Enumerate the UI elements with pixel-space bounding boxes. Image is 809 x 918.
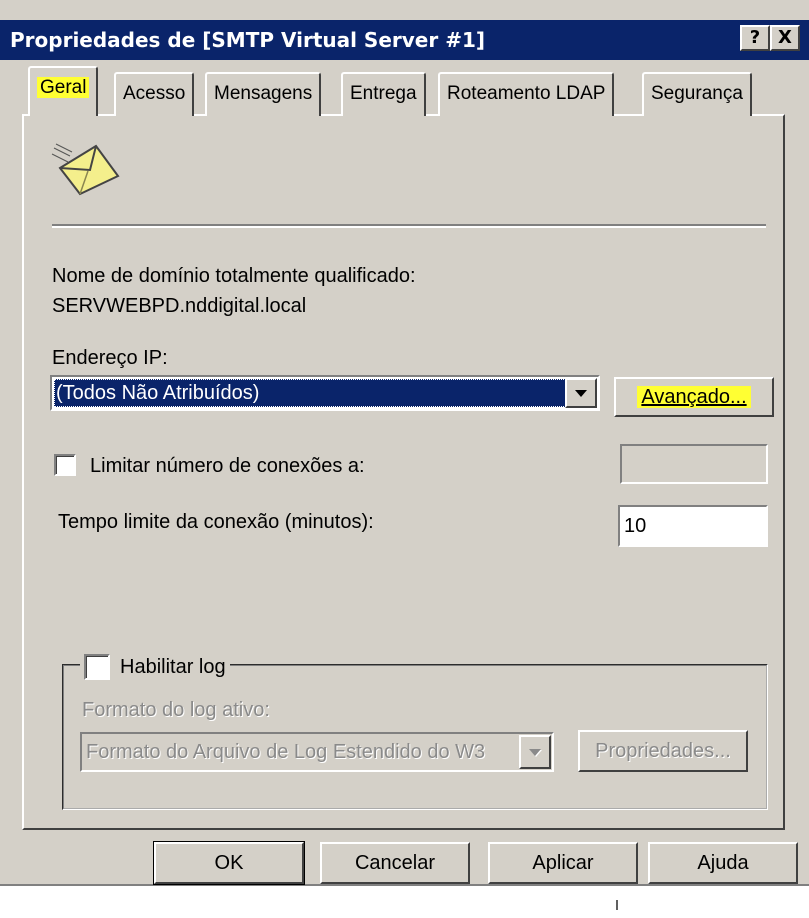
timeout-input[interactable]: 10 [618,505,768,547]
chevron-down-icon[interactable] [519,735,551,769]
close-icon[interactable]: X [770,25,800,51]
enable-log-checkbox[interactable] [84,654,110,680]
fqdn-value: SERVWEBPD.nddigital.local [52,295,307,317]
tab-label: Acesso [123,83,186,104]
chevron-down-icon[interactable] [565,378,597,408]
tab-label: Geral [37,77,90,98]
ok-button[interactable]: OK [153,841,305,885]
timeout-label: Tempo limite da conexão (minutos): [58,511,374,533]
advanced-button-label: Avançado... [637,386,751,408]
background-below-dialog [0,886,809,918]
window-title: Propriedades de [SMTP Virtual Server #1] [10,28,486,52]
tab-roteamento-ldap[interactable]: Roteamento LDAP [438,72,615,116]
tab-label: Segurança [651,83,743,104]
tab-label: Mensagens [214,83,313,104]
ip-address-selected: (Todos Não Atribuídos) [54,379,566,407]
help-button[interactable]: Ajuda [648,842,798,884]
limit-connections-checkbox[interactable] [54,454,76,476]
limit-connections-input[interactable] [620,444,768,484]
log-properties-button[interactable]: Propriedades... [578,730,748,772]
envelope-icon [50,138,120,198]
limit-connections-label: Limitar número de conexões a: [90,455,365,477]
advanced-button[interactable]: Avançado... [614,377,774,417]
logging-group-legend: Habilitar log [80,654,230,680]
cancel-button[interactable]: Cancelar [320,842,470,884]
log-format-dropdown[interactable]: Formato do Arquivo de Log Estendido do W… [80,732,554,772]
help-title-button[interactable]: ? [740,25,770,51]
separator-highlight [52,226,766,228]
background-mark [616,900,618,910]
tab-geral[interactable]: Geral [28,66,99,116]
log-format-label: Formato do log ativo: [82,699,270,721]
enable-log-label: Habilitar log [120,656,226,678]
tab-mensagens[interactable]: Mensagens [205,72,322,116]
fqdn-label: Nome de domínio totalmente qualificado: [52,265,416,287]
tab-seguranca[interactable]: Segurança [642,72,752,116]
tab-label: Roteamento LDAP [447,83,606,104]
tab-label: Entrega [350,83,417,104]
tab-acesso[interactable]: Acesso [114,72,195,116]
ip-address-dropdown[interactable]: (Todos Não Atribuídos) [50,375,600,411]
tab-entrega[interactable]: Entrega [341,72,426,116]
ip-address-label: Endereço IP: [52,347,168,369]
log-format-selected: Formato do Arquivo de Log Estendido do W… [86,741,486,763]
apply-button[interactable]: Aplicar [488,842,638,884]
